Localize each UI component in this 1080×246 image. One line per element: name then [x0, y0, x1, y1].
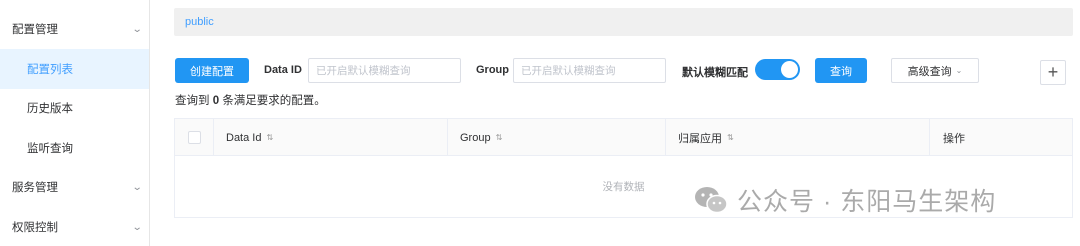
column-header-group[interactable]: Group ⇅ [448, 119, 666, 156]
data-id-label: Data ID [264, 64, 302, 76]
chevron-down-icon: ⌄ [131, 221, 143, 233]
table-header: Data Id ⇅ Group ⇅ 归属应用 ⇅ 操作 [175, 119, 1072, 156]
add-button[interactable]: + [1040, 60, 1066, 85]
chevron-down-icon: ⌄ [955, 66, 963, 75]
sidebar-item-label: 监听查询 [27, 143, 73, 155]
sort-icon[interactable]: ⇅ [496, 133, 503, 142]
menu-group-config-management[interactable]: 配置管理 ⌄ [0, 9, 149, 49]
advanced-search-button[interactable]: 高级查询 ⌄ [891, 58, 979, 83]
namespace-public[interactable]: public [185, 16, 214, 28]
result-summary: 查询到 0 条满足要求的配置。 [175, 92, 326, 108]
column-header-app[interactable]: 归属应用 ⇅ [666, 119, 930, 156]
column-header-label: Data Id [226, 131, 262, 144]
column-header-label: Group [460, 131, 491, 144]
sidebar-item-listener-query[interactable]: 监听查询 [0, 128, 149, 168]
chevron-down-icon: ⌄ [131, 23, 143, 35]
sort-icon[interactable]: ⇅ [727, 133, 734, 142]
menu-group-label: 服务管理 [12, 182, 58, 194]
result-suffix: 条满足要求的配置。 [222, 95, 326, 107]
group-label: Group [476, 64, 509, 76]
column-header-operations: 操作 [930, 119, 1072, 156]
sidebar-item-history[interactable]: 历史版本 [0, 88, 149, 128]
namespace-bar: public [174, 8, 1073, 36]
chevron-down-icon: ⌄ [131, 181, 143, 193]
column-header-data-id[interactable]: Data Id ⇅ [214, 119, 448, 156]
group-input[interactable] [513, 58, 666, 83]
sidebar-item-label: 历史版本 [27, 103, 73, 115]
data-id-input[interactable] [308, 58, 461, 83]
fuzzy-match-toggle[interactable] [755, 59, 800, 80]
sidebar-item-config-list[interactable]: 配置列表 [0, 49, 149, 89]
result-prefix: 查询到 [175, 95, 210, 107]
menu-group-label: 权限控制 [12, 222, 58, 234]
sidebar: 配置管理 ⌄ 配置列表 历史版本 监听查询 服务管理 ⌄ 权限控制 ⌄ [0, 0, 150, 246]
plus-icon: + [1047, 62, 1059, 82]
advanced-search-label: 高级查询 [907, 65, 952, 78]
menu-group-access-control[interactable]: 权限控制 ⌄ [0, 207, 149, 246]
column-header-label: 操作 [943, 132, 965, 145]
watermark-text: 公众号 · 东阳马生架构 [737, 188, 997, 216]
menu-group-label: 配置管理 [12, 24, 58, 36]
result-count: 0 [212, 95, 220, 107]
select-all-checkbox[interactable] [187, 131, 201, 144]
header-checkbox-cell [175, 119, 214, 156]
menu-group-service-management[interactable]: 服务管理 ⌄ [0, 167, 149, 207]
column-header-label: 归属应用 [678, 132, 722, 145]
watermark: 公众号 · 东阳马生架构 [693, 182, 996, 218]
fuzzy-match-label: 默认模糊匹配 [682, 67, 748, 79]
sort-icon[interactable]: ⇅ [266, 133, 273, 142]
sidebar-item-label: 配置列表 [27, 64, 73, 76]
toggle-knob [781, 61, 798, 78]
wechat-icon [695, 187, 728, 214]
search-button[interactable]: 查询 [815, 58, 867, 83]
create-config-button[interactable]: 创建配置 [175, 58, 249, 83]
